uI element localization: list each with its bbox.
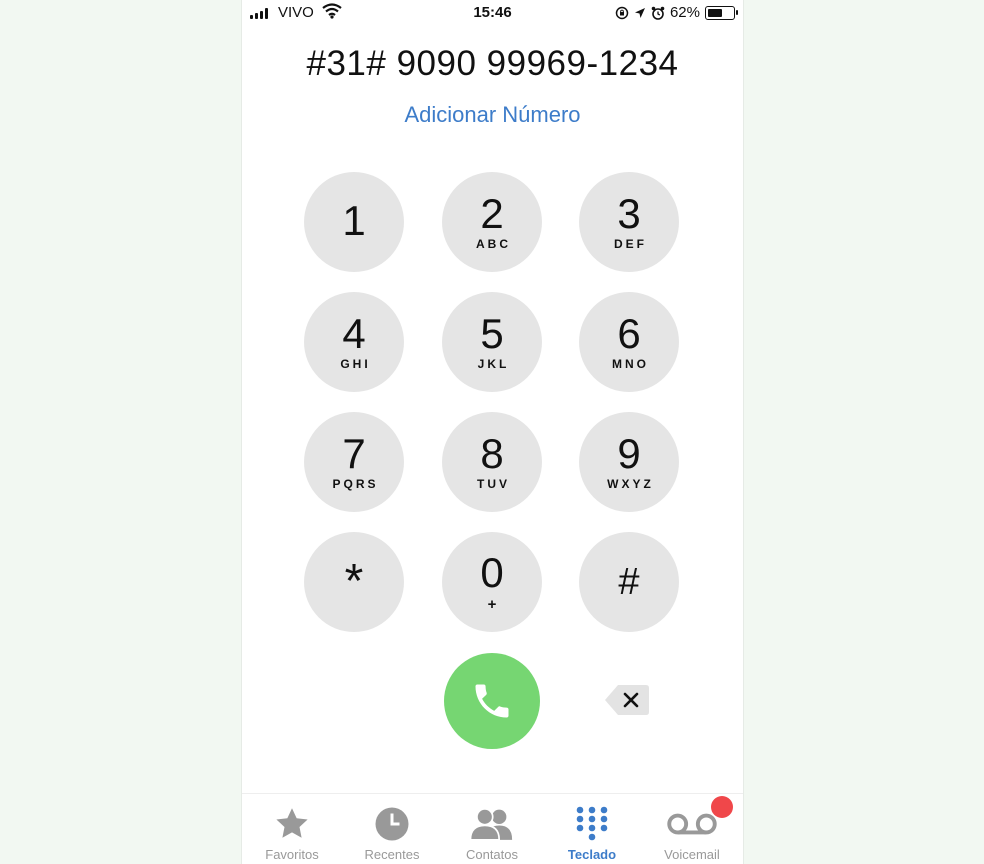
key-digit: 7 <box>342 430 366 477</box>
alarm-icon <box>651 6 665 20</box>
status-right: 62% <box>615 4 738 21</box>
tab-label: Favoritos <box>265 847 319 862</box>
key-digit: 8 <box>480 430 504 477</box>
battery-percent: 62% <box>669 4 700 21</box>
key-digit: 6 <box>617 310 641 357</box>
star-icon <box>276 808 308 838</box>
tab-favoritos[interactable]: Favoritos <box>242 794 342 864</box>
key-digit: 9 <box>617 430 641 477</box>
key-letters: + <box>487 595 497 613</box>
battery-fill <box>708 8 722 17</box>
key-5[interactable]: 5 JKL <box>442 292 542 392</box>
key-letters: JKL <box>477 357 510 371</box>
key-letters: WXYZ <box>607 477 654 491</box>
tab-recentes[interactable]: Recentes <box>342 794 442 864</box>
tab-voicemail[interactable]: Voicemail <box>642 794 742 864</box>
dialed-number: #31# 9090 99969-1234 <box>306 44 679 83</box>
key-hash[interactable]: # <box>579 532 679 632</box>
tab-bar: Favoritos Recentes Contatos Teclado Voic… <box>242 793 743 864</box>
keypad-icon <box>576 806 608 841</box>
battery-icon <box>705 5 738 20</box>
status-bar: VIVO 15:46 62% <box>242 0 743 26</box>
key-letters: PQRS <box>332 477 379 491</box>
key-digit: # <box>618 561 640 603</box>
key-9[interactable]: 9 WXYZ <box>579 412 679 512</box>
key-digit: 4 <box>342 310 366 357</box>
contacts-icon <box>469 808 513 841</box>
rotation-lock-icon <box>615 6 629 19</box>
key-7[interactable]: 7 PQRS <box>304 412 404 512</box>
tab-label: Voicemail <box>664 847 720 862</box>
key-3[interactable]: 3 DEF <box>579 172 679 272</box>
phone-icon <box>475 684 509 718</box>
voicemail-icon <box>667 813 717 835</box>
key-1[interactable]: 1 <box>304 172 404 272</box>
key-letters: ABC <box>476 237 511 251</box>
delete-button[interactable] <box>604 684 650 716</box>
key-8[interactable]: 8 TUV <box>442 412 542 512</box>
key-letters: DEF <box>614 237 647 251</box>
add-number-link[interactable]: Adicionar Número <box>242 102 743 128</box>
clock-icon <box>375 807 409 841</box>
tab-label: Contatos <box>465 847 519 862</box>
key-letters: GHI <box>340 357 371 371</box>
call-button[interactable] <box>444 653 540 749</box>
key-4[interactable]: 4 GHI <box>304 292 404 392</box>
key-digit: 2 <box>480 190 504 237</box>
voicemail-badge <box>711 796 733 818</box>
key-letters: MNO <box>612 357 649 371</box>
phone-screen: VIVO 15:46 62% #31# 9090 99969-1234 Adic… <box>241 0 744 864</box>
key-digit: 5 <box>480 310 504 357</box>
key-digit: * <box>344 555 364 608</box>
tab-label: Teclado <box>567 847 617 862</box>
key-digit: 3 <box>617 190 641 237</box>
location-icon <box>634 7 645 18</box>
key-star[interactable]: * <box>304 532 404 632</box>
key-6[interactable]: 6 MNO <box>579 292 679 392</box>
key-2[interactable]: 2 ABC <box>442 172 542 272</box>
key-digit: 0 <box>480 548 504 596</box>
key-0[interactable]: 0 + <box>442 532 542 632</box>
key-letters: TUV <box>477 477 510 491</box>
tab-contatos[interactable]: Contatos <box>442 794 542 864</box>
tab-teclado[interactable]: Teclado <box>542 794 642 864</box>
key-digit: 1 <box>342 197 366 244</box>
tab-label: Recentes <box>364 847 420 862</box>
